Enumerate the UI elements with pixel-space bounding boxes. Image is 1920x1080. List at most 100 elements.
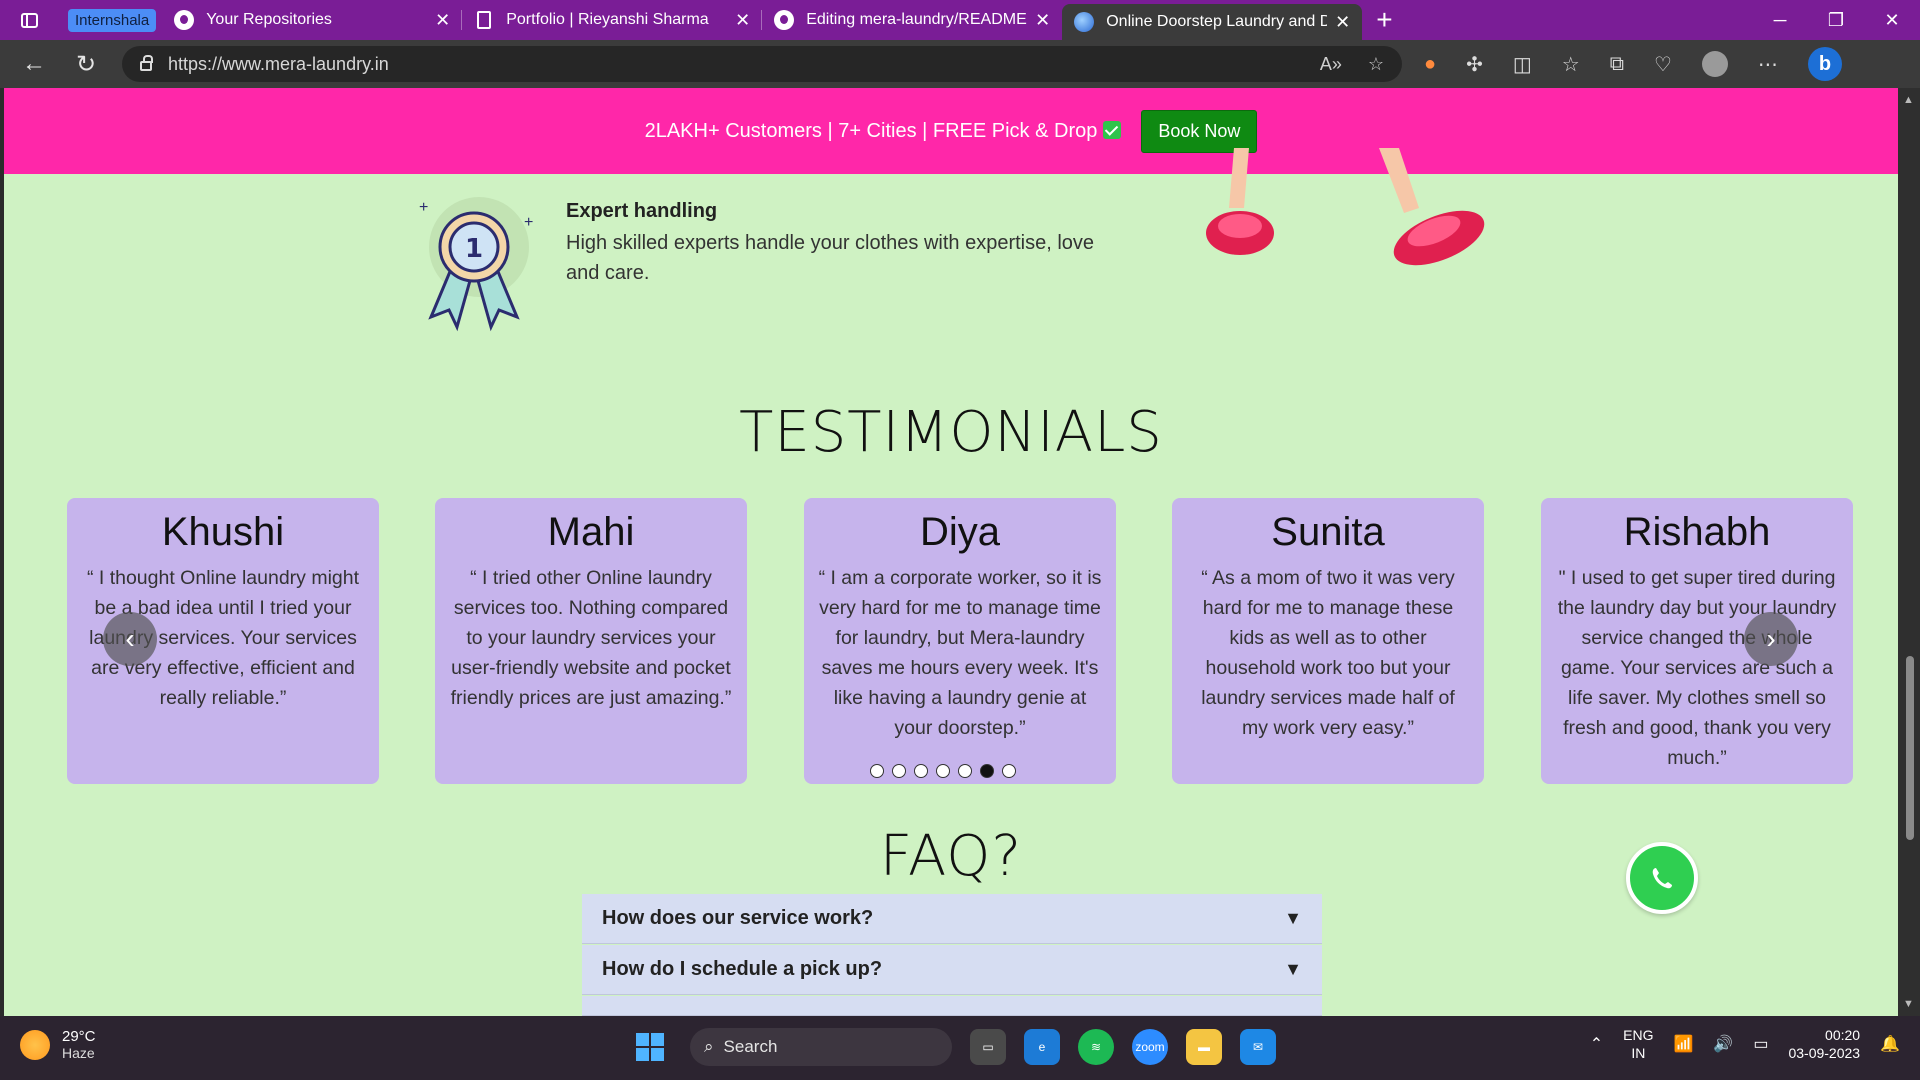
more-options-icon[interactable]: ⋯ [1758,52,1778,77]
tab-title: Your Repositories [206,11,332,28]
carousel-dots [870,764,1016,778]
url-text[interactable]: https://www.mera-laundry.in [168,54,389,75]
testimonial-quote: " I used to get super tired during the l… [1557,567,1837,769]
language-indicator[interactable]: ENG IN [1623,1026,1653,1062]
zoom-icon[interactable]: zoom [1132,1029,1168,1065]
minimize-icon[interactable]: ─ [1752,0,1808,40]
slippers-illustration [1206,148,1485,266]
feature-text: High skilled experts handle your clothes… [566,232,1095,284]
book-now-button[interactable]: Book Now [1141,109,1258,153]
testimonial-name: Diya [919,510,1001,554]
carousel-dot[interactable] [936,764,950,778]
extension-badge-icon[interactable]: ● [1424,53,1436,76]
faq-item[interactable]: How does our service work? ▼ [582,894,1322,944]
testimonial-card: Rishabh " I used to get super tired duri… [1541,498,1853,784]
bing-copilot-icon[interactable]: b [1807,47,1842,81]
windows-start-icon[interactable] [636,1033,664,1061]
split-screen-icon[interactable]: ◫ [1513,52,1532,77]
collections-icon[interactable]: ⧉ [1610,53,1624,76]
battery-icon[interactable]: ▭ [1753,1034,1768,1054]
tab-mera-laundry[interactable]: Online Doorstep Laundry and Dr ✕ [1062,4,1363,40]
testimonial-name: Khushi [161,510,285,554]
testimonial-card: Mahi “ I tried other Online laundry serv… [435,498,747,784]
whatsapp-icon[interactable] [1626,842,1698,914]
lock-icon[interactable] [140,55,153,71]
testimonial-card: Sunita “ As a mom of two it was very har… [1172,498,1484,784]
page-viewport: 2LAKH+ Customers | 7+ Cities | FREE Pick… [4,88,1898,1016]
chevron-up-icon[interactable]: ⌃ [1590,1034,1603,1054]
tab-actions-icon[interactable] [0,0,58,40]
medal-icon: 1 + + [419,197,533,332]
notifications-icon[interactable]: 🔔 [1880,1034,1900,1054]
weather-desc: Haze [62,1045,95,1061]
carousel-dot[interactable] [870,764,884,778]
close-tab-icon[interactable]: ✕ [1035,10,1050,31]
testimonial-quote: “ I tried other Online laundry services … [450,567,732,709]
carousel-next-button[interactable]: › [1744,612,1798,666]
globe-icon [1074,12,1095,32]
tab-your-repositories[interactable]: Your Repositories ✕ [162,0,463,40]
caret-down-icon[interactable]: ▼ [1284,959,1302,980]
spotify-icon[interactable]: ≋ [1078,1029,1114,1065]
close-tab-icon[interactable]: ✕ [735,10,750,31]
read-aloud-icon[interactable]: A» [1320,54,1342,75]
check-icon [1103,120,1122,139]
tab-editing-readme[interactable]: Editing mera-laundry/README.m ✕ [762,0,1062,40]
faq-question: How do I schedule a pick up? [602,958,883,980]
new-tab-button[interactable]: + [1376,4,1392,36]
faq-question: How does our service work? [602,907,874,929]
carousel-dot[interactable] [914,764,928,778]
favorites-icon[interactable]: ☆ [1562,52,1580,77]
svg-text:+: + [524,214,533,231]
search-label: Search [723,1037,778,1056]
testimonial-name: Mahi [547,510,635,554]
weather-temp: 29°C [62,1028,96,1045]
search-icon: ⌕ [704,1037,714,1056]
address-bar[interactable]: https://www.mera-laundry.in A» ☆ [122,46,1402,82]
file-explorer-icon[interactable]: ▬ [1186,1029,1222,1065]
github-icon [774,10,795,30]
faq-item[interactable]: How do I schedule a pick up? ▼ [582,945,1322,995]
tab-group-label[interactable]: Internshala [68,8,157,32]
profile-avatar[interactable] [1701,51,1728,77]
back-icon[interactable]: ← [8,50,60,78]
carousel-prev-button[interactable]: ‹ [103,612,157,666]
mail-icon[interactable]: ✉ [1240,1029,1276,1065]
document-icon [474,10,494,30]
browser-tab-bar: Internshala Your Repositories ✕ Portfoli… [0,0,1920,40]
refresh-icon[interactable]: ↻ [60,50,112,79]
medal-number: 1 [465,234,483,264]
volume-icon[interactable]: 🔊 [1713,1034,1733,1054]
carousel-dot[interactable] [980,764,994,778]
restore-icon[interactable]: ❐ [1808,0,1864,40]
edge-icon[interactable]: e [1024,1029,1060,1065]
tab-portfolio[interactable]: Portfolio | Rieyanshi Sharma ✕ [462,0,763,40]
clock[interactable]: 00:20 03-09-2023 [1788,1026,1860,1062]
faq-item[interactable] [582,996,1322,1016]
favorite-star-icon[interactable]: ☆ [1368,54,1384,75]
testimonial-quote: “ I am a corporate worker, so it is very… [818,567,1102,739]
testimonial-name: Rishabh [1623,510,1771,554]
testimonial-card: Diya “ I am a corporate worker, so it is… [804,498,1116,784]
page-scrollbar[interactable]: ▲ ▼ [1898,88,1920,1016]
close-tab-icon[interactable]: ✕ [1335,12,1350,33]
carousel-dot[interactable] [892,764,906,778]
tab-title: Portfolio | Rieyanshi Sharma [506,11,709,28]
tab-title: Online Doorstep Laundry and Dr [1106,13,1328,30]
taskbar-search[interactable]: ⌕ Search [690,1028,952,1066]
promo-banner: 2LAKH+ Customers | 7+ Cities | FREE Pick… [4,88,1898,174]
feature-title: Expert handling [566,200,718,222]
scrollbar-thumb[interactable] [1906,656,1914,840]
caret-down-icon[interactable]: ▼ [1284,908,1302,929]
close-tab-icon[interactable]: ✕ [435,10,450,31]
extensions-icon[interactable]: ✣ [1466,52,1483,77]
carousel-dot[interactable] [1002,764,1016,778]
weather-widget[interactable]: 29°C Haze [20,1028,96,1061]
carousel-dot[interactable] [958,764,972,778]
wifi-icon[interactable]: 📶 [1673,1034,1693,1054]
performance-icon[interactable]: ♡ [1654,52,1672,77]
task-view-icon[interactable]: ▭ [970,1029,1006,1065]
haze-weather-icon [20,1029,50,1060]
github-icon [174,10,195,30]
close-window-icon[interactable]: ✕ [1864,0,1920,40]
